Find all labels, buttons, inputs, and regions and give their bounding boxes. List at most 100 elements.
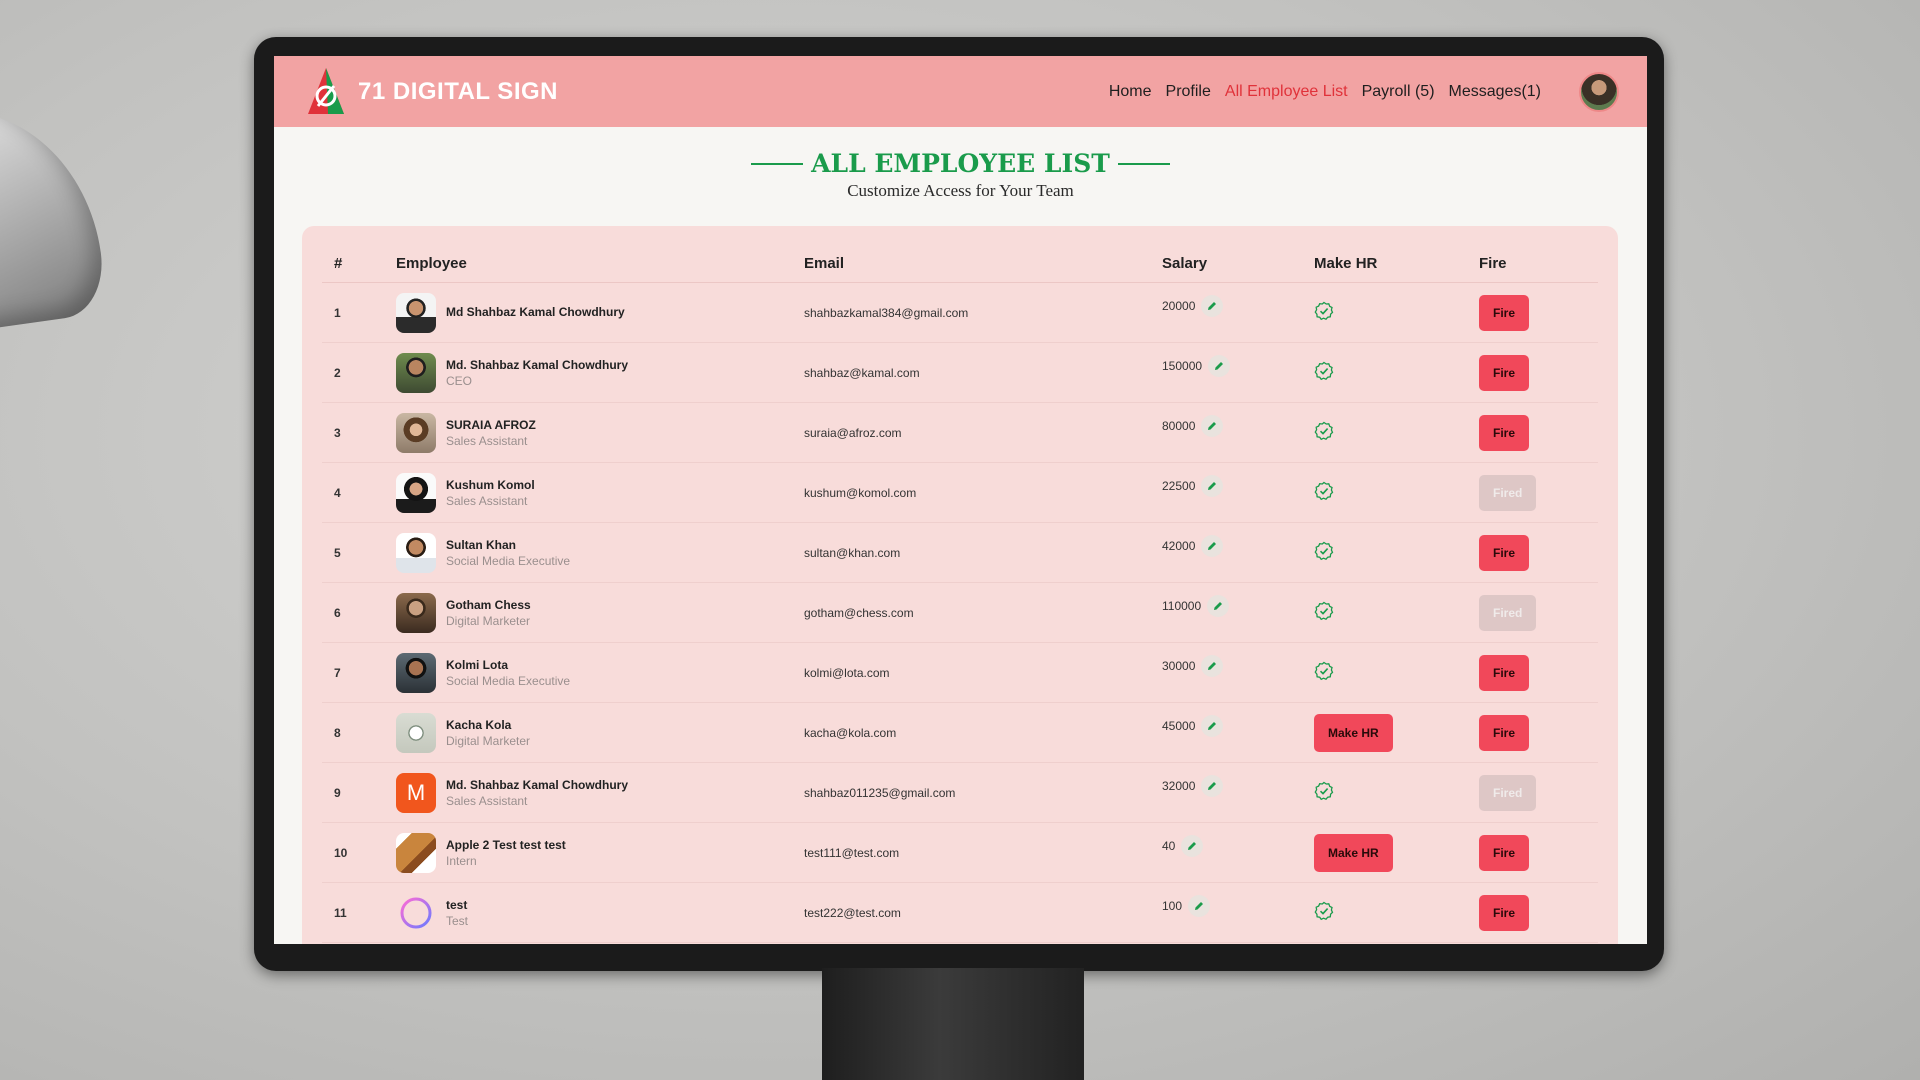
make-hr-button[interactable]: Make HR bbox=[1314, 713, 1393, 752]
nav-payroll[interactable]: Payroll (5) bbox=[1362, 83, 1435, 101]
table-row: 4 Kushum Komol Sales Assistant kushum@ko… bbox=[322, 462, 1598, 523]
header-employee: Employee bbox=[396, 244, 804, 283]
nav-all-employee-list[interactable]: All Employee List bbox=[1225, 83, 1348, 101]
salary-value: 42000 bbox=[1162, 538, 1196, 553]
row-number: 11 bbox=[322, 882, 396, 943]
salary-cell: 22500 bbox=[1162, 462, 1314, 523]
employee-role: Digital Marketer bbox=[446, 613, 531, 628]
employee-name: Apple 2 Test test test bbox=[446, 837, 566, 852]
employee-email: shahbaz011235@gmail.com bbox=[804, 762, 1162, 823]
row-number: 7 bbox=[322, 642, 396, 703]
fired-button: Fired bbox=[1479, 774, 1537, 811]
fire-button[interactable]: Fire bbox=[1479, 354, 1530, 391]
employee-email: shahbaz@kamal.com bbox=[804, 342, 1162, 403]
hr-verified-icon bbox=[1314, 421, 1334, 441]
nav-home[interactable]: Home bbox=[1109, 83, 1152, 101]
make-hr-button[interactable]: Make HR bbox=[1314, 833, 1393, 872]
hr-verified-icon bbox=[1314, 301, 1334, 321]
page-heading: ALL EMPLOYEE LIST Customize Access for Y… bbox=[274, 149, 1647, 201]
edit-salary-icon[interactable] bbox=[1201, 534, 1224, 557]
fire-button[interactable]: Fire bbox=[1479, 894, 1530, 931]
employee-name: Md Shahbaz Kamal Chowdhury bbox=[446, 304, 625, 319]
brand-logo-icon[interactable] bbox=[304, 66, 348, 118]
fire-button[interactable]: Fire bbox=[1479, 834, 1530, 871]
fire-button[interactable]: Fire bbox=[1479, 294, 1530, 331]
salary-cell: 30000 bbox=[1162, 642, 1314, 703]
employee-name: Md. Shahbaz Kamal Chowdhury bbox=[446, 777, 629, 792]
table-row: 11 test Test test222@test.com 100 Fire bbox=[322, 882, 1598, 943]
salary-cell: 80000 bbox=[1162, 402, 1314, 463]
salary-cell: 20000 bbox=[1162, 282, 1314, 343]
employee-email: gotham@chess.com bbox=[804, 582, 1162, 643]
fire-button[interactable]: Fire bbox=[1479, 534, 1530, 571]
salary-value: 150000 bbox=[1162, 358, 1203, 373]
employee-avatar bbox=[396, 592, 436, 633]
fire-cell: Fire bbox=[1479, 282, 1598, 343]
make-hr-cell bbox=[1314, 342, 1479, 403]
salary-cell: 100 bbox=[1162, 882, 1314, 943]
employee-avatar bbox=[396, 832, 436, 873]
monitor-stand bbox=[822, 968, 1084, 1080]
employee-email: test222@test.com bbox=[804, 882, 1162, 943]
edit-salary-icon[interactable] bbox=[1201, 774, 1224, 797]
employee-cell: Kushum Komol Sales Assistant bbox=[396, 462, 804, 523]
fire-button[interactable]: Fire bbox=[1479, 414, 1530, 451]
row-number: 10 bbox=[322, 822, 396, 883]
employee-email: shahbazkamal384@gmail.com bbox=[804, 282, 1162, 343]
row-number: 6 bbox=[322, 582, 396, 643]
desk-lamp bbox=[0, 94, 110, 346]
brand-name[interactable]: 71 DIGITAL SIGN bbox=[358, 78, 558, 106]
header-number: # bbox=[322, 244, 396, 283]
employee-email: suraia@afroz.com bbox=[804, 402, 1162, 463]
edit-salary-icon[interactable] bbox=[1201, 474, 1224, 497]
employee-cell: test Test bbox=[396, 882, 804, 943]
nav-links: Home Profile All Employee List Payroll (… bbox=[1095, 71, 1619, 112]
salary-value: 32000 bbox=[1162, 778, 1196, 793]
hr-verified-icon bbox=[1314, 901, 1334, 921]
fire-cell: Fired bbox=[1479, 762, 1598, 823]
salary-value: 40 bbox=[1162, 838, 1176, 853]
make-hr-cell: Make HR bbox=[1314, 822, 1479, 883]
fire-button[interactable]: Fire bbox=[1479, 654, 1530, 691]
edit-salary-icon[interactable] bbox=[1207, 594, 1230, 617]
table-row: 3 SURAIA AFROZ Sales Assistant suraia@af… bbox=[322, 402, 1598, 463]
make-hr-cell bbox=[1314, 522, 1479, 583]
fire-cell: Fire bbox=[1479, 342, 1598, 403]
edit-salary-icon[interactable] bbox=[1201, 414, 1224, 437]
edit-salary-icon[interactable] bbox=[1201, 294, 1224, 317]
app-screen: 71 DIGITAL SIGN Home Profile All Employe… bbox=[274, 56, 1647, 944]
edit-salary-icon[interactable] bbox=[1201, 714, 1224, 737]
employee-name: Gotham Chess bbox=[446, 597, 531, 612]
table-row: 6 Gotham Chess Digital Marketer gotham@c… bbox=[322, 582, 1598, 643]
hr-verified-icon bbox=[1314, 361, 1334, 381]
edit-salary-icon[interactable] bbox=[1188, 894, 1211, 917]
fire-button[interactable]: Fire bbox=[1479, 714, 1530, 751]
employee-name: SURAIA AFROZ bbox=[446, 417, 536, 432]
user-avatar[interactable] bbox=[1579, 71, 1619, 112]
employee-name: Kolmi Lota bbox=[446, 657, 508, 672]
salary-value: 80000 bbox=[1162, 418, 1196, 433]
header-fire: Fire bbox=[1479, 244, 1598, 283]
edit-salary-icon[interactable] bbox=[1181, 834, 1204, 857]
employee-cell: SURAIA AFROZ Sales Assistant bbox=[396, 402, 804, 463]
edit-salary-icon[interactable] bbox=[1208, 354, 1231, 377]
employee-table-card: # Employee Email Salary Make HR Fire 1 M… bbox=[302, 226, 1618, 944]
nav-messages[interactable]: Messages(1) bbox=[1449, 83, 1541, 101]
employee-cell: M Md. Shahbaz Kamal Chowdhury Sales Assi… bbox=[396, 762, 804, 823]
make-hr-cell bbox=[1314, 462, 1479, 523]
header-salary: Salary bbox=[1162, 244, 1314, 283]
fire-cell: Fire bbox=[1479, 522, 1598, 583]
employee-name: Kushum Komol bbox=[446, 477, 535, 492]
table-row: 5 Sultan Khan Social Media Executive sul… bbox=[322, 522, 1598, 583]
employee-avatar bbox=[396, 352, 436, 393]
make-hr-cell bbox=[1314, 882, 1479, 943]
employee-avatar bbox=[396, 893, 436, 933]
employee-email: test111@test.com bbox=[804, 822, 1162, 883]
row-number: 3 bbox=[322, 402, 396, 463]
employee-name: Kacha Kola bbox=[446, 717, 512, 732]
employee-name: Md. Shahbaz Kamal Chowdhury bbox=[446, 357, 629, 372]
nav-profile[interactable]: Profile bbox=[1166, 83, 1211, 101]
edit-salary-icon[interactable] bbox=[1201, 654, 1224, 677]
employee-cell: Md. Shahbaz Kamal Chowdhury CEO bbox=[396, 342, 804, 403]
fired-button: Fired bbox=[1479, 474, 1537, 511]
